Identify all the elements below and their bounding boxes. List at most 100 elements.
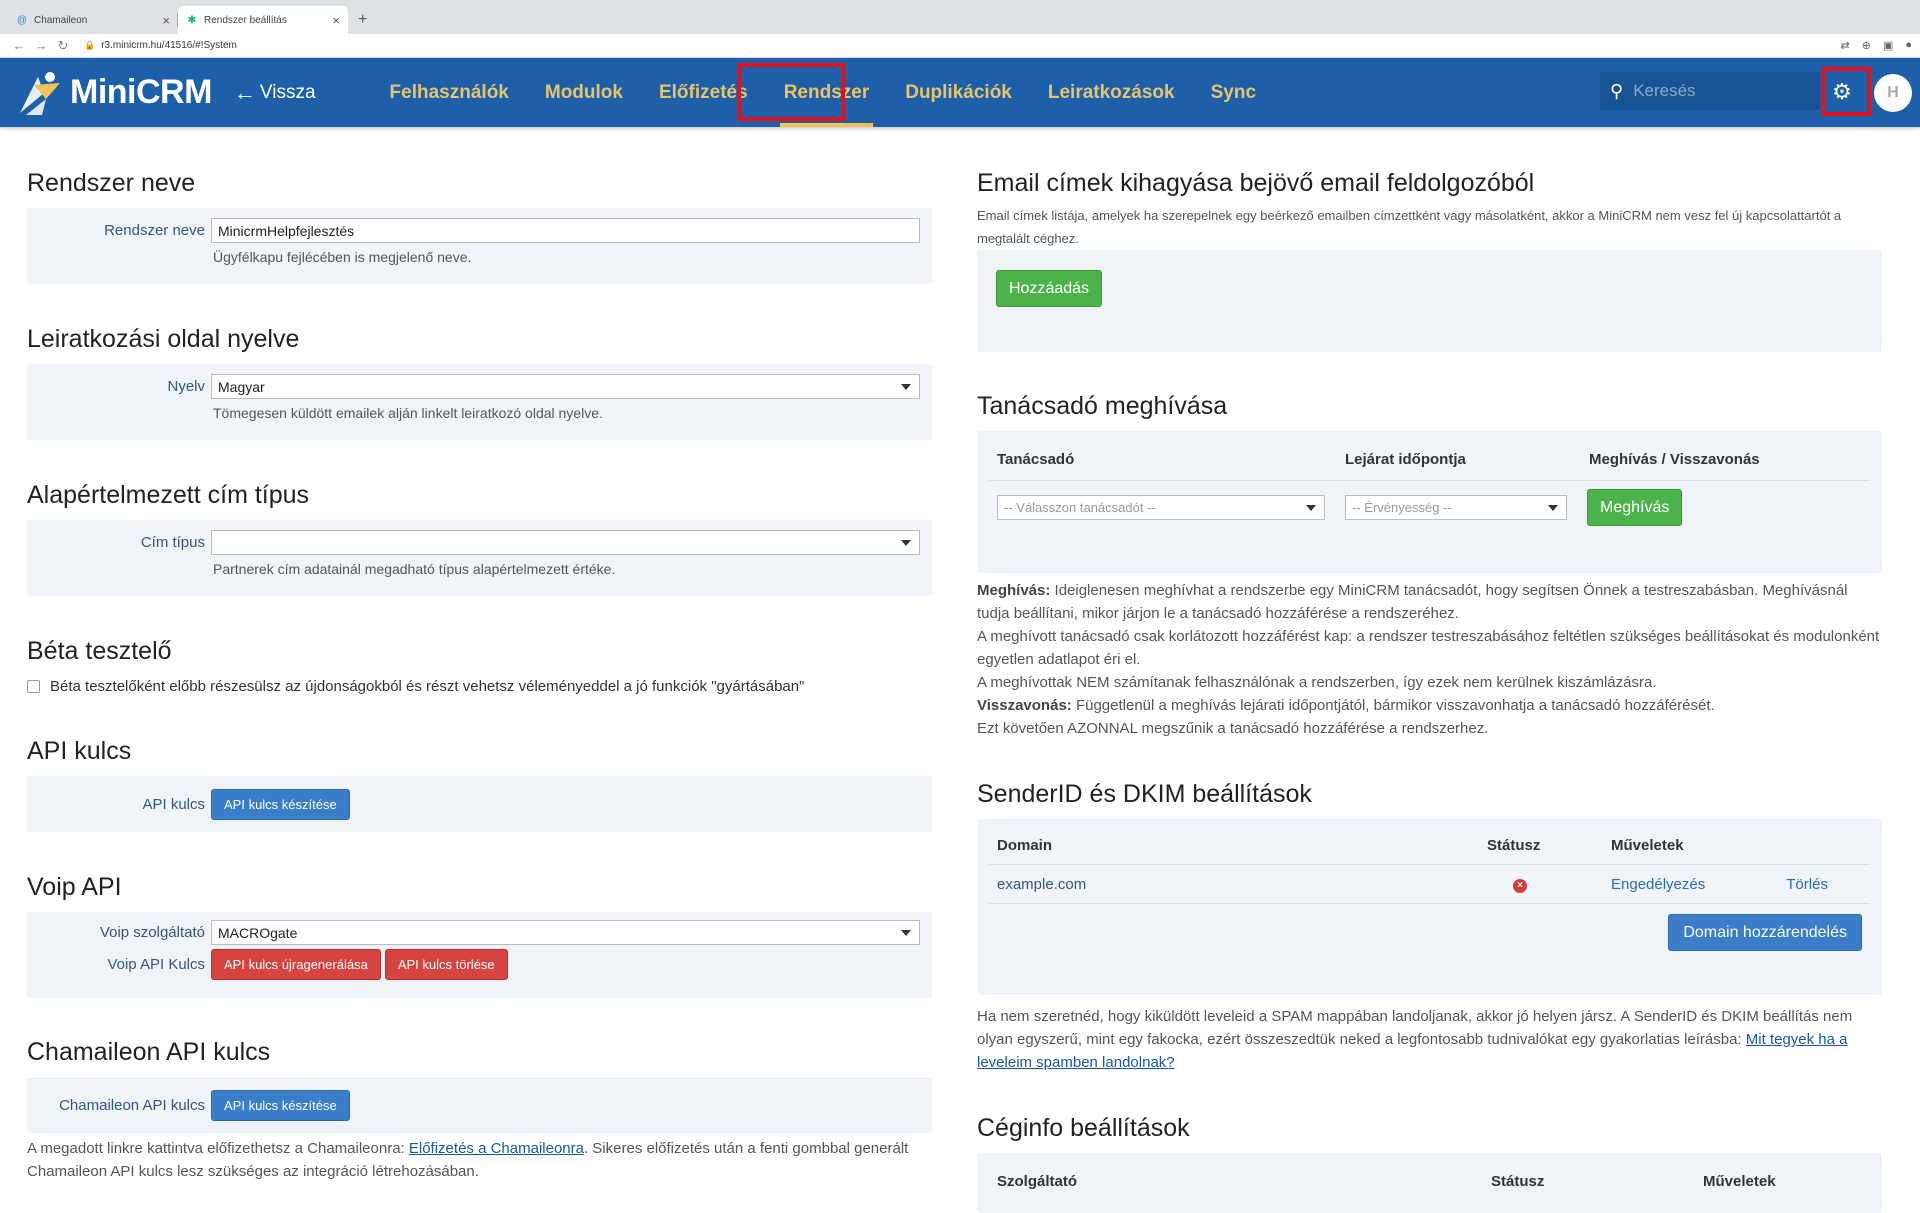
- language-label: Nyelv: [167, 378, 205, 395]
- voip-panel: Voip szolgáltató MACROgate Voip API Kulc…: [27, 912, 932, 998]
- section-title-api: API kulcs: [27, 737, 132, 765]
- chamaileon-note-text: A megadott linkre kattintva előfizethets…: [27, 1140, 409, 1157]
- delete-link[interactable]: Törlés: [1778, 864, 1870, 904]
- forward-arrow-icon[interactable]: →: [30, 38, 52, 53]
- section-title-email-skip: Email címek kihagyása bejövő email feldo…: [977, 169, 1535, 197]
- chevron-down-icon: [901, 930, 911, 936]
- nav-modulok[interactable]: Modulok: [527, 58, 641, 127]
- nav-rendszer[interactable]: Rendszer: [766, 58, 888, 127]
- beta-checkbox-label: Béta tesztelőként előbb részesülsz az új…: [50, 678, 805, 695]
- chamaileon-note: A megadott linkre kattintva előfizethets…: [27, 1137, 932, 1183]
- chevron-down-icon: [1548, 505, 1558, 511]
- chevron-down-icon: [1306, 505, 1316, 511]
- section-title-voip: Voip API: [27, 873, 122, 901]
- enable-link[interactable]: Engedélyezés: [1603, 864, 1779, 904]
- nav-leiratkozasok[interactable]: Leiratkozások: [1030, 58, 1193, 127]
- consultant-select[interactable]: -- Válasszon tanácsadót --: [997, 495, 1325, 520]
- revoke-text: Függetlenül a meghívás lejárati időpontj…: [1071, 697, 1715, 714]
- back-arrow-icon[interactable]: ←: [8, 38, 30, 53]
- tab-title: Rendszer beállítás: [204, 14, 287, 26]
- expiry-select[interactable]: -- Érvényesség --: [1345, 495, 1567, 520]
- new-tab-button[interactable]: +: [348, 6, 377, 34]
- left-column: Rendszer neve Rendszer neve MinicrmHelpf…: [27, 127, 932, 1183]
- browser-tab-rendszer[interactable]: ✱ Rendszer beállítás ×: [178, 6, 348, 34]
- zoom-icon[interactable]: ⊕: [1862, 39, 1871, 52]
- dkim-note: Ha nem szeretnéd, hogy kiküldött levelei…: [977, 1005, 1882, 1074]
- assign-domain-button[interactable]: Domain hozzárendelés: [1668, 914, 1862, 951]
- extension-icon[interactable]: ▣: [1883, 39, 1893, 52]
- beta-checkbox[interactable]: [27, 680, 40, 693]
- back-link[interactable]: ← Vissza: [234, 80, 316, 106]
- voip-provider-value: MACROgate: [218, 924, 298, 941]
- avatar[interactable]: H: [1874, 74, 1912, 112]
- section-title-system-name: Rendszer neve: [27, 169, 196, 197]
- section-title-address-type: Alapértelmezett cím típus: [27, 481, 310, 509]
- section-title-companyinfo: Céginfo beállítások: [977, 1114, 1190, 1142]
- status-col-header: Státusz: [1479, 827, 1603, 865]
- consultant-panel: Tanácsadó Lejárat időpontja Meghívás / V…: [977, 431, 1882, 573]
- nav-felhasznalok[interactable]: Felhasználók: [372, 58, 527, 127]
- invite-bold: Meghívás:: [977, 582, 1051, 599]
- status-col-header: Státusz: [1491, 1173, 1545, 1190]
- language-value: Magyar: [218, 378, 265, 395]
- profile-icon[interactable]: ●: [1905, 39, 1912, 52]
- expiry-col-header: Lejárat időpontja: [1345, 451, 1466, 468]
- address-type-label: Cím típus: [140, 534, 205, 551]
- add-email-button[interactable]: Hozzáadás: [996, 270, 1103, 307]
- chamaileon-label: Chamaileon API kulcs: [59, 1096, 205, 1114]
- nav-elofizetes[interactable]: Előfizetés: [641, 58, 766, 127]
- domain-col-header: Domain: [989, 827, 1479, 865]
- unsub-lang-panel: Nyelv Magyar Tömegesen küldött emailek a…: [27, 364, 932, 440]
- actions-col-header: Műveletek: [1703, 1173, 1776, 1190]
- nav-sync[interactable]: Sync: [1193, 58, 1274, 127]
- api-panel: API kulcs API kulcs készítése: [27, 776, 932, 832]
- url-field[interactable]: 🔒 r3.minicrm.hu/41516/#!System: [84, 40, 237, 51]
- domain-cell: example.com: [989, 864, 1479, 904]
- consultant-info-2: A meghívott tanácsadó csak korlátozott h…: [977, 628, 1880, 668]
- right-column: Email címek kihagyása bejövő email feldo…: [977, 127, 1882, 1213]
- provider-col-header: Szolgáltató: [997, 1173, 1078, 1190]
- error-status-icon: ×: [1513, 879, 1527, 893]
- consultant-col-header: Tanácsadó: [997, 451, 1075, 468]
- address-bar: ← → ↻ 🔒 r3.minicrm.hu/41516/#!System ⇄ ⊕…: [0, 34, 1920, 58]
- browser-tabbar: @ Chamaileon × ✱ Rendszer beállítás × +: [0, 0, 1920, 34]
- url-text: r3.minicrm.hu/41516/#!System: [101, 40, 237, 51]
- address-type-select[interactable]: [211, 530, 920, 555]
- table-row: example.com × Engedélyezés Törlés: [989, 864, 1870, 904]
- main-nav: Felhasználók Modulok Előfizetés Rendszer…: [372, 58, 1274, 127]
- voip-provider-select[interactable]: MACROgate: [211, 920, 920, 945]
- section-title-unsub-lang: Leiratkozási oldal nyelve: [27, 325, 300, 353]
- close-icon[interactable]: ×: [162, 13, 170, 28]
- address-type-help: Partnerek cím adatainál megadható típus …: [213, 561, 616, 577]
- expiry-select-value: -- Érvényesség --: [1352, 500, 1452, 515]
- create-api-key-button[interactable]: API kulcs készítése: [211, 788, 350, 820]
- browser-tab-chamaileon[interactable]: @ Chamaileon ×: [8, 6, 178, 34]
- api-label: API kulcs: [142, 795, 205, 813]
- system-name-label: Rendszer neve: [104, 222, 205, 239]
- search-input[interactable]: [1633, 81, 1794, 101]
- regenerate-api-key-button[interactable]: API kulcs újragenerálása: [211, 949, 381, 980]
- chamaileon-icon: @: [16, 14, 28, 26]
- tab-title: Chamaileon: [34, 14, 88, 26]
- section-title-beta: Béta tesztelő: [27, 637, 172, 665]
- nav-duplikaciok[interactable]: Duplikációk: [887, 58, 1030, 127]
- chamaileon-subscribe-link[interactable]: Előfizetés a Chamaileonra: [409, 1140, 584, 1157]
- consultant-select-value: -- Válasszon tanácsadót --: [1004, 500, 1156, 515]
- translate-icon[interactable]: ⇄: [1841, 39, 1850, 52]
- logo[interactable]: MiniCRM: [16, 69, 212, 117]
- gear-icon[interactable]: ⚙: [1830, 80, 1854, 104]
- create-chamaileon-key-button[interactable]: API kulcs készítése: [211, 1089, 350, 1121]
- close-icon[interactable]: ×: [332, 13, 340, 28]
- chevron-down-icon: [901, 384, 911, 390]
- arrow-left-icon: ←: [233, 79, 256, 105]
- system-name-input[interactable]: MinicrmHelpfejlesztés: [211, 218, 920, 243]
- reload-icon[interactable]: ↻: [52, 38, 74, 54]
- search-box: ⚲: [1600, 72, 1820, 110]
- invite-button[interactable]: Meghívás: [1587, 489, 1683, 526]
- main-content: Rendszer neve Rendszer neve MinicrmHelpf…: [0, 127, 1920, 1213]
- delete-api-key-button[interactable]: API kulcs törlése: [384, 949, 508, 980]
- language-select[interactable]: Magyar: [211, 374, 920, 399]
- email-skip-desc: Email címek listája, amelyek ha szerepel…: [977, 208, 1842, 246]
- section-title-consultant: Tanácsadó meghívása: [977, 392, 1228, 420]
- back-label: Vissza: [259, 81, 316, 103]
